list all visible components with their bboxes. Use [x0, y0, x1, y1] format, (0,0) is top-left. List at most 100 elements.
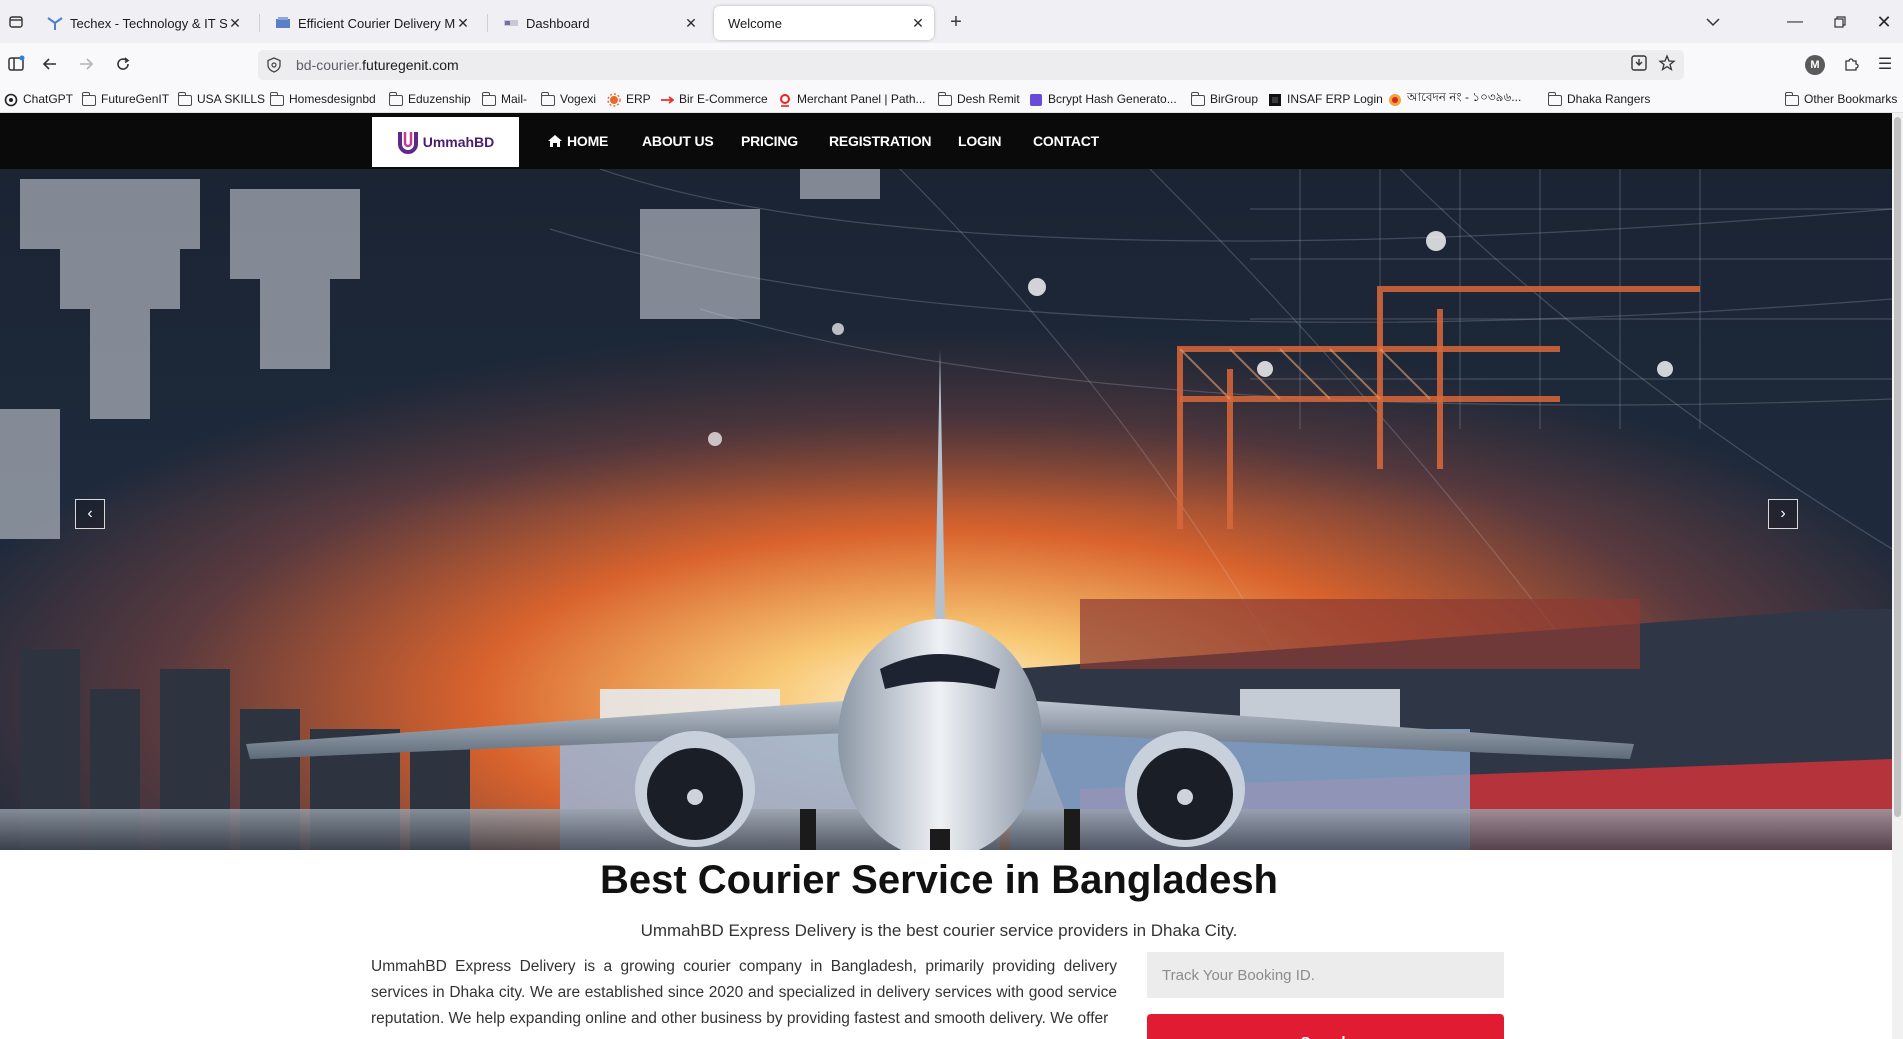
bookmark-mail[interactable]: Mail- [481, 90, 527, 108]
bookmark-label: FutureGenIT [101, 92, 170, 106]
menu-home[interactable]: HOME [547, 113, 608, 169]
menu-login[interactable]: LOGIN [958, 113, 1002, 169]
bookmark-bcrypt[interactable]: Bcrypt Hash Generato... [1029, 90, 1177, 108]
bookmarks-toolbar: ChatGPT FutureGenIT USA SKILLS Homesdesi… [0, 85, 1903, 113]
menu-pricing[interactable]: PRICING [741, 113, 798, 169]
tab-divider [259, 14, 260, 32]
page-viewport: UmmahBD HOME ABOUT US PRICING REGISTRATI… [0, 113, 1892, 1039]
chevron-left-icon: ‹ [87, 505, 93, 522]
bookmark-label: Bcrypt Hash Generato... [1048, 92, 1177, 106]
new-tab-icon[interactable]: + [942, 8, 970, 36]
menu-label: LOGIN [958, 133, 1002, 149]
minimize-icon[interactable]: — [1775, 8, 1815, 36]
menu-registration[interactable]: REGISTRATION [829, 113, 932, 169]
close-icon[interactable]: ✕ [227, 15, 243, 32]
extensions-puzzle-icon[interactable] [1836, 49, 1866, 79]
bookmark-usa-skills[interactable]: USA SKILLS [177, 90, 266, 108]
menu-about-us[interactable]: ABOUT US [642, 113, 714, 169]
bookmark-desh-remit[interactable]: Desh Remit [937, 90, 1020, 108]
bookmark-bir-ecommerce[interactable]: Bir E-Commerce [660, 90, 768, 108]
restore-icon[interactable] [1820, 8, 1860, 36]
save-page-icon[interactable] [1630, 54, 1648, 77]
search-button[interactable]: Search [1147, 1014, 1504, 1039]
bookmark-insaf-erp[interactable]: INSAF ERP Login [1268, 90, 1383, 108]
reload-icon[interactable] [108, 49, 138, 79]
bookmark-label: Mail- [501, 92, 527, 106]
tab-welcome[interactable]: Welcome ✕ [714, 6, 934, 40]
bookmark-label: Desh Remit [957, 92, 1020, 106]
site-info-shield-icon[interactable] [266, 57, 286, 73]
pathao-icon [778, 93, 793, 107]
home-icon [548, 135, 562, 147]
address-bar-actions [1630, 54, 1676, 77]
bookmark-star-icon[interactable] [1658, 54, 1676, 77]
courier-favicon-icon [274, 15, 292, 31]
bookmark-label: Other Bookmarks [1804, 92, 1898, 106]
tab-techex[interactable]: Techex - Technology & IT Servic ✕ [38, 6, 251, 40]
back-arrow-icon[interactable] [35, 49, 65, 79]
carousel-next-button[interactable]: › [1768, 499, 1798, 529]
account-avatar[interactable]: M [1805, 55, 1825, 75]
bookmark-label: USA SKILLS [197, 92, 266, 106]
bookmark-merchant-panel[interactable]: Merchant Panel | Path... [778, 90, 926, 108]
site-header: UmmahBD HOME ABOUT US PRICING REGISTRATI… [0, 113, 1892, 169]
tab-title: Efficient Courier Delivery Manag [298, 15, 455, 31]
scrollbar-thumb[interactable] [1894, 117, 1901, 817]
bookmark-homesdesignbd[interactable]: Homesdesignbd [269, 90, 376, 108]
bookmark-label: ERP [626, 92, 651, 106]
close-icon[interactable]: ✕ [910, 15, 926, 32]
bookmark-chatgpt[interactable]: ChatGPT [4, 90, 73, 108]
menu-label: HOME [567, 133, 609, 149]
bookmark-label: আবেদন নং - ১০৩৯৬... [1407, 90, 1522, 104]
tab-title: Dashboard [526, 15, 590, 31]
ummahbd-logo-icon [397, 132, 418, 154]
menu-contact[interactable]: CONTACT [1033, 113, 1099, 169]
folder-icon [937, 91, 953, 106]
track-booking-input[interactable] [1147, 952, 1504, 998]
carousel-prev-button[interactable]: ‹ [75, 499, 105, 529]
menu-label: PRICING [741, 133, 798, 149]
bd-gov-icon [1388, 93, 1403, 106]
insaf-icon [1268, 93, 1283, 106]
folder-icon [540, 91, 556, 106]
bookmark-birgroup[interactable]: BirGroup [1190, 90, 1259, 108]
tab-overflow-chevron-icon[interactable] [1699, 8, 1727, 36]
bookmark-vogexi[interactable]: Vogexi [540, 90, 596, 108]
bookmark-application[interactable]: আবেদন নং - ১০৩৯৬... [1388, 90, 1521, 108]
site-logo[interactable]: UmmahBD [372, 117, 519, 167]
folder-icon [269, 91, 285, 106]
folder-icon [388, 91, 404, 106]
tab-courier[interactable]: Efficient Courier Delivery Manag ✕ [266, 6, 479, 40]
tab-divider [487, 14, 488, 32]
chevron-right-icon: › [1780, 505, 1786, 522]
bookmark-futuregenit[interactable]: FutureGenIT [81, 90, 170, 108]
bookmark-label: Bir E-Commerce [679, 92, 768, 106]
close-icon[interactable]: ✕ [455, 15, 471, 32]
app-menu-icon[interactable]: ☰ [1870, 49, 1900, 79]
other-bookmarks[interactable]: Other Bookmarks [1784, 90, 1898, 108]
folder-icon [1190, 91, 1206, 106]
forward-arrow-icon[interactable] [71, 49, 101, 79]
address-bar[interactable]: bd-courier.futuregenit.com [258, 50, 1684, 80]
tab-list-icon[interactable] [2, 8, 30, 36]
bookmark-label: Homesdesignbd [289, 92, 376, 106]
close-window-icon[interactable]: ✕ [1864, 8, 1903, 36]
bookmark-label: ChatGPT [23, 92, 74, 106]
url-text[interactable]: bd-courier.futuregenit.com [296, 57, 459, 73]
dashboard-favicon-icon [502, 15, 520, 31]
bookmark-erp[interactable]: ERP [607, 90, 651, 108]
bookmark-dhaka-rangers[interactable]: Dhaka Rangers [1547, 90, 1650, 108]
browser-nav-bar: bd-courier.futuregenit.com M ☰ [0, 43, 1903, 85]
page-scrollbar[interactable] [1892, 113, 1903, 1039]
bookmark-label: Eduzenship [408, 92, 471, 106]
menu-label: CONTACT [1033, 133, 1099, 149]
folder-icon [481, 91, 497, 106]
close-icon[interactable]: ✕ [683, 15, 699, 32]
bookmark-eduzenship[interactable]: Eduzenship [388, 90, 471, 108]
bookmark-label: BirGroup [1210, 92, 1259, 106]
logo-text: UmmahBD [422, 134, 495, 150]
sidebar-toggle-icon[interactable] [1, 49, 31, 79]
folder-icon [1547, 91, 1563, 106]
tab-dashboard[interactable]: Dashboard ✕ [494, 6, 707, 40]
intro-section: Best Courier Service in Bangladesh Ummah… [0, 850, 1892, 1039]
